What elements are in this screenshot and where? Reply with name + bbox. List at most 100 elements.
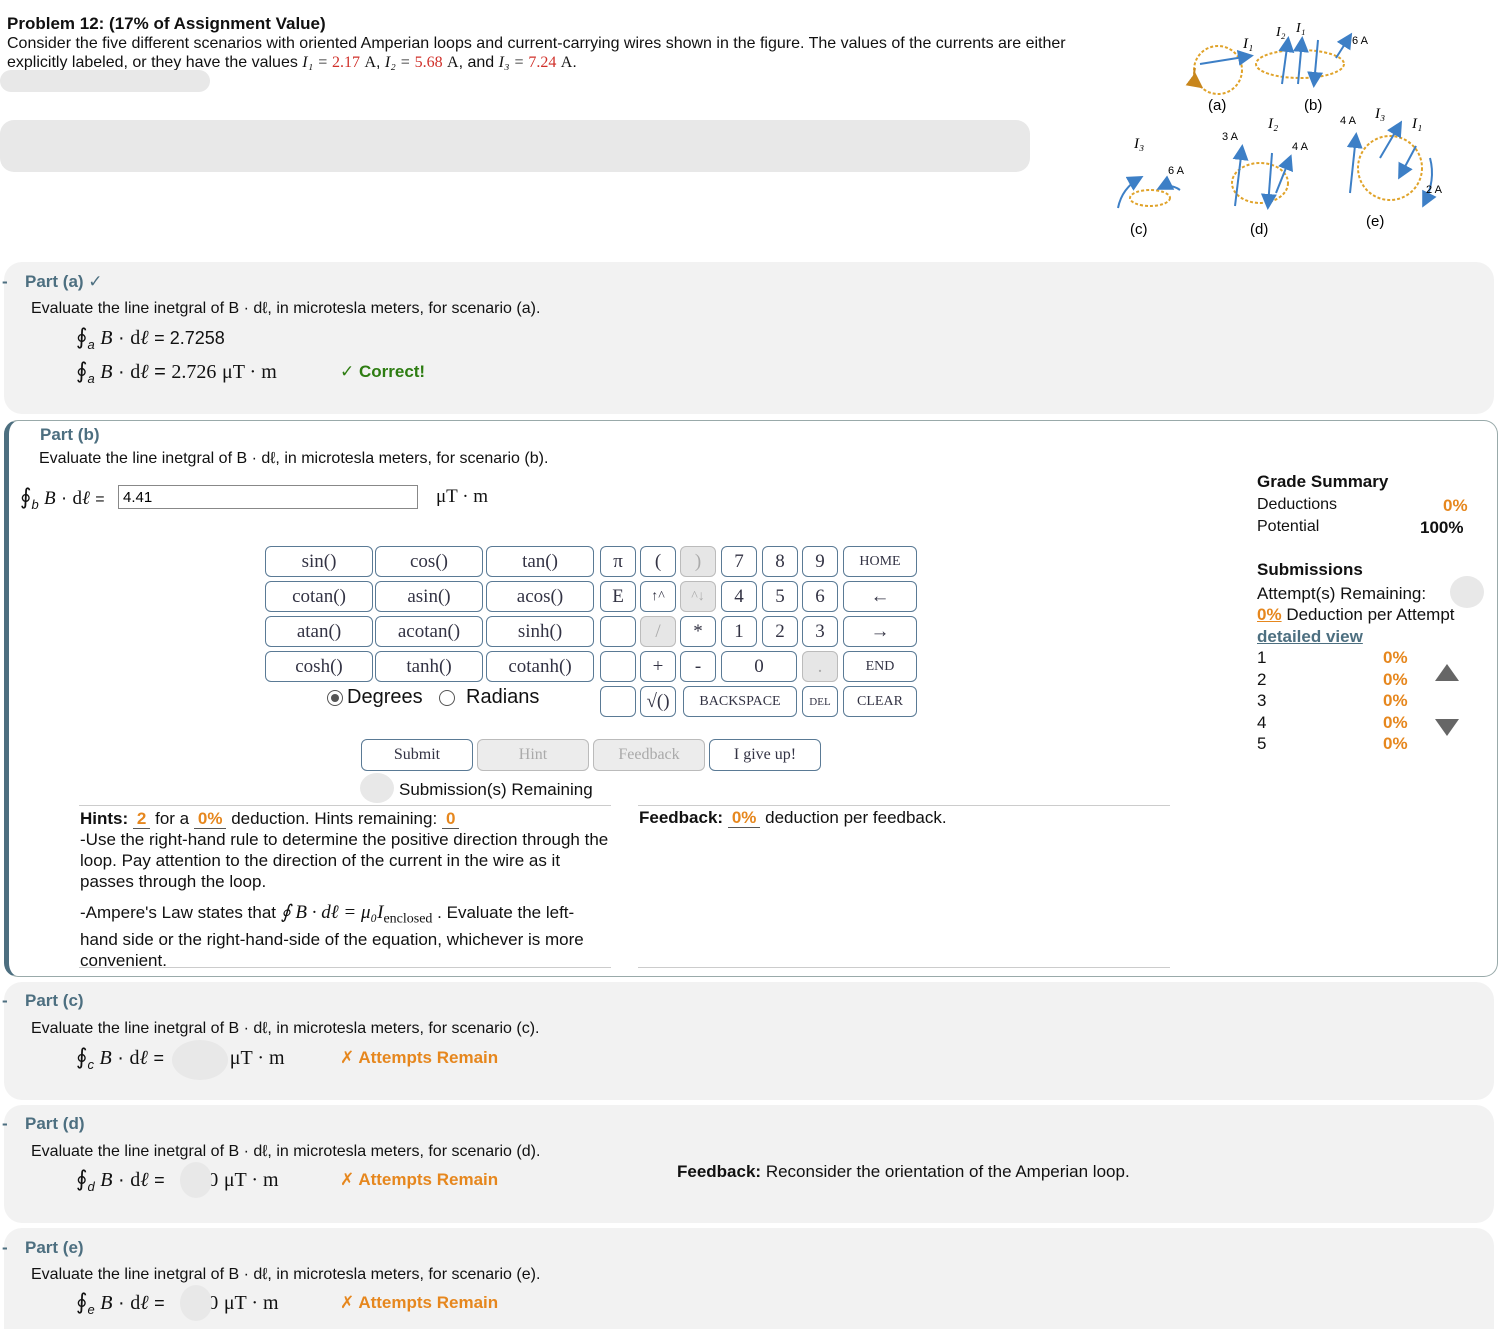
feedback-section: Feedback: 0% deduction per feedback.	[639, 808, 947, 828]
multiply-button[interactable]: *	[680, 616, 716, 647]
scenario-a: I₁ (a)	[1185, 36, 1254, 114]
end-button[interactable]: END	[843, 651, 917, 682]
feedback-button[interactable]: Feedback	[593, 739, 705, 771]
attempts-remaining-label: Attempt(s) Remaining:	[1257, 584, 1427, 603]
scenario-b-current-value: 6 A	[1352, 35, 1369, 47]
give-up-button[interactable]: I give up!	[709, 739, 821, 771]
scroll-down-icon[interactable]	[1434, 718, 1460, 738]
part-e-status: ✗ Attempts Remain	[340, 1293, 499, 1312]
feedback-divider	[638, 967, 1170, 968]
detailed-view-link[interactable]: detailed view	[1257, 627, 1363, 647]
digit-7-button[interactable]: 7	[721, 546, 757, 577]
hint-1: -Use the right-hand rule to determine th…	[80, 830, 609, 891]
part-b-integral-label: ∮b B · dℓ =	[20, 484, 105, 512]
part-a-title[interactable]: Part (a) ✓	[25, 272, 103, 292]
scenario-d: 3 A I₂ 4 A (d)	[1222, 116, 1309, 238]
scenario-e: 4 A I₃ I₁ 2 A (e)	[1340, 106, 1443, 230]
fn-cos-button[interactable]: cos()	[375, 546, 483, 577]
fn-atan-button[interactable]: atan()	[265, 616, 373, 647]
degrees-radio[interactable]	[327, 690, 343, 706]
part-c-title[interactable]: Part (c)	[25, 991, 84, 1011]
scenario-c-label: (c)	[1130, 221, 1148, 238]
cursor-right-button[interactable]: →	[843, 616, 917, 647]
part-a-status: ✓ Correct!	[340, 362, 426, 381]
digit-5-button[interactable]: 5	[762, 581, 798, 612]
fn-cosh-button[interactable]: cosh()	[265, 651, 373, 682]
redacted-region	[172, 1040, 228, 1080]
fn-sin-button[interactable]: sin()	[265, 546, 373, 577]
collapse-toggle[interactable]: -	[2, 272, 8, 292]
blank-button[interactable]	[600, 651, 636, 682]
home-button[interactable]: HOME	[843, 546, 917, 577]
blank-button[interactable]	[600, 686, 636, 717]
clear-button[interactable]: CLEAR	[843, 686, 917, 717]
scenario-b: I₂ I₁ 6 A (b)	[1255, 21, 1369, 114]
close-paren-button[interactable]: )	[680, 546, 716, 577]
digit-8-button[interactable]: 8	[762, 546, 798, 577]
scenario-a-current-label: I₁	[1242, 36, 1253, 52]
sqrt-button[interactable]: √()	[640, 686, 676, 717]
submissions-remaining-text: Submission(s) Remaining	[399, 780, 593, 799]
open-paren-button[interactable]: (	[640, 546, 676, 577]
radians-radio[interactable]	[439, 690, 455, 706]
redacted-region	[180, 1285, 212, 1321]
digit-4-button[interactable]: 4	[721, 581, 757, 612]
redacted-region	[0, 120, 1030, 172]
digit-3-button[interactable]: 3	[802, 616, 838, 647]
delete-button[interactable]: DEL	[802, 686, 838, 717]
scenario-b-current-label: I₁	[1295, 21, 1306, 36]
digit-0-button[interactable]: 0	[721, 651, 797, 682]
redacted-region	[360, 773, 394, 803]
fn-acos-button[interactable]: acos()	[486, 581, 594, 612]
collapse-toggle[interactable]: -	[2, 991, 8, 1011]
exponent-up-button[interactable]: ↑^	[640, 581, 676, 612]
problem-statement: Consider the five different scenarios wi…	[7, 35, 1066, 71]
e-button[interactable]: E	[600, 581, 636, 612]
scenario-e-current-value: 4 A	[1340, 115, 1357, 127]
blank-button[interactable]	[600, 616, 636, 647]
digit-1-button[interactable]: 1	[721, 616, 757, 647]
hints-section: Hints: 2 for a 0% deduction. Hints remai…	[80, 808, 610, 971]
collapse-toggle[interactable]: -	[2, 1238, 8, 1258]
hint-button[interactable]: Hint	[477, 739, 589, 771]
divide-button[interactable]: /	[640, 616, 676, 647]
digit-6-button[interactable]: 6	[802, 581, 838, 612]
deductions-label: Deductions	[1257, 496, 1338, 513]
scenario-d-current-value: 4 A	[1292, 141, 1309, 153]
collapse-toggle[interactable]: -	[2, 1114, 8, 1134]
part-e-question: Evaluate the line inetgral of B · dℓ, in…	[31, 1266, 541, 1283]
part-b-answer-input[interactable]	[118, 485, 418, 509]
cursor-left-button[interactable]: ←	[843, 581, 917, 612]
ampere-scenarios-figure: I₁ (a) I₂ I₁ 6 A (b) I₃ 6 A (c) 3 A I₂ 4…	[1117, 21, 1443, 238]
decimal-button[interactable]: .	[802, 651, 838, 682]
minus-button[interactable]: -	[680, 651, 716, 682]
pi-button[interactable]: π	[600, 546, 636, 577]
part-d-question: Evaluate the line inetgral of B · dℓ, in…	[31, 1143, 541, 1160]
scenario-c-current-label: I₃	[1133, 136, 1144, 152]
fn-acotan-button[interactable]: acotan()	[375, 616, 483, 647]
exponent-down-button[interactable]: ^↓	[680, 581, 716, 612]
submit-button[interactable]: Submit	[361, 739, 473, 771]
fn-tanh-button[interactable]: tanh()	[375, 651, 483, 682]
fn-cotan-button[interactable]: cotan()	[265, 581, 373, 612]
digit-2-button[interactable]: 2	[762, 616, 798, 647]
deduction-per-attempt: 0% Deduction per Attempt	[1257, 605, 1455, 624]
scenario-e-current-label: I₁	[1411, 116, 1422, 132]
part-b-title[interactable]: Part (b)	[40, 425, 100, 445]
scroll-up-icon[interactable]	[1434, 662, 1460, 682]
part-a-result: ∮a B · dℓ = 2.726 μT · m	[76, 358, 277, 386]
submission-row-number: 1	[1257, 648, 1267, 667]
problem-title: Problem 12: (17% of Assignment Value)	[7, 14, 326, 33]
fn-cotanh-button[interactable]: cotanh()	[486, 651, 594, 682]
part-d-title[interactable]: Part (d)	[25, 1114, 85, 1134]
part-b-unit: μT · m	[436, 486, 489, 507]
part-e-title[interactable]: Part (e)	[25, 1238, 84, 1258]
degrees-label: Degrees	[347, 686, 423, 708]
plus-button[interactable]: +	[640, 651, 676, 682]
digit-9-button[interactable]: 9	[802, 546, 838, 577]
fn-asin-button[interactable]: asin()	[375, 581, 483, 612]
fn-sinh-button[interactable]: sinh()	[486, 616, 594, 647]
fn-tan-button[interactable]: tan()	[486, 546, 594, 577]
part-b-question: Evaluate the line inetgral of B · dℓ, in…	[39, 450, 549, 467]
backspace-button[interactable]: BACKSPACE	[683, 686, 797, 717]
